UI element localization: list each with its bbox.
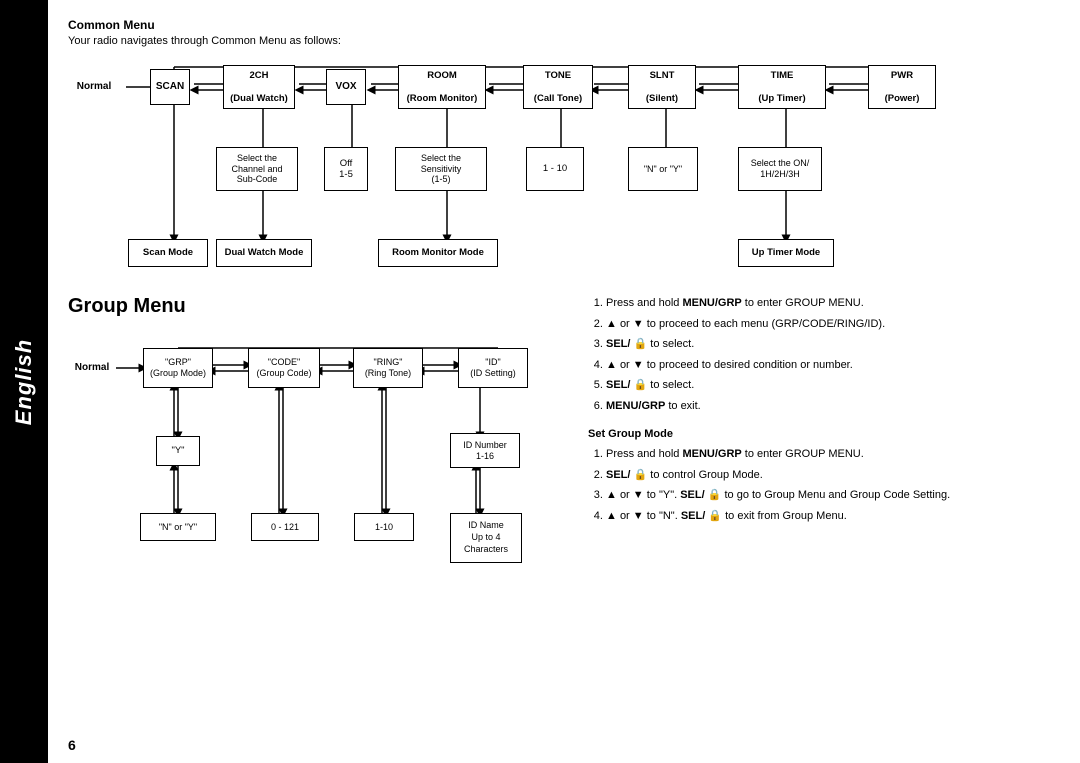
box-dual-watch-mode: Dual Watch Mode	[216, 239, 312, 267]
group-box-id: "ID"(ID Setting)	[458, 348, 528, 388]
group-menu-title: Group Menu	[68, 295, 568, 318]
group-box-code: "CODE"(Group Code)	[248, 348, 320, 388]
group-box-0to121: 0 - 121	[251, 513, 319, 541]
main-steps-list: Press and hold MENU/GRP to enter GROUP M…	[588, 295, 1060, 416]
set-group-steps-list: Press and hold MENU/GRP to enter GROUP M…	[588, 446, 1060, 525]
set-group-mode-title: Set Group Mode	[588, 426, 1060, 444]
common-flow-diagram: Normal SCAN 2CH(Dual Watch) VOX ROOM(Roo…	[68, 57, 1060, 277]
box-off15: Off1-5	[324, 147, 368, 191]
group-box-grp: "GRP"(Group Mode)	[143, 348, 213, 388]
instructions-panel: Press and hold MENU/GRP to enter GROUP M…	[588, 295, 1060, 731]
set-step-4: ▲ or ▼ to "N". SEL/ 🔒 to exit from Group…	[606, 508, 1060, 526]
common-menu-desc: Your radio navigates through Common Menu…	[68, 35, 1060, 47]
box-scan-mode: Scan Mode	[128, 239, 208, 267]
step-4: ▲ or ▼ to proceed to desired condition o…	[606, 357, 1060, 375]
box-normal: Normal	[68, 75, 120, 99]
box-tone: TONE(Call Tone)	[523, 65, 593, 109]
box-vox: VOX	[326, 69, 366, 105]
box-select-on: Select the ON/1H/2H/3H	[738, 147, 822, 191]
box-select-sens: Select theSensitivity(1-5)	[395, 147, 487, 191]
bottom-section: Group Menu	[68, 295, 1060, 731]
box-n-or-y: "N" or "Y"	[628, 147, 698, 191]
group-box-idnum: ID Number1-16	[450, 433, 520, 468]
box-scan: SCAN	[150, 69, 190, 105]
step-5: SEL/ 🔒 to select.	[606, 377, 1060, 395]
box-up-timer-mode: Up Timer Mode	[738, 239, 834, 267]
page-number: 6	[68, 731, 1060, 753]
common-menu-title: Common Menu	[68, 18, 1060, 32]
box-room: ROOM(Room Monitor)	[398, 65, 486, 109]
box-pwr: PWR(Power)	[868, 65, 936, 109]
group-flow-diagram: Normal "GRP"(Group Mode) "CODE"(Group Co…	[68, 328, 568, 608]
common-menu-section: Common Menu Your radio navigates through…	[68, 18, 1060, 295]
step-6: MENU/GRP to exit.	[606, 398, 1060, 416]
group-box-1to10: 1-10	[354, 513, 414, 541]
sidebar: English	[0, 0, 48, 763]
box-select-ch: Select theChannel andSub-Code	[216, 147, 298, 191]
group-box-ring: "RING"(Ring Tone)	[353, 348, 423, 388]
sidebar-label: English	[11, 338, 37, 424]
set-step-2: SEL/ 🔒 to control Group Mode.	[606, 467, 1060, 485]
box-slnt: SLNT(Silent)	[628, 65, 696, 109]
group-box-y: "Y"	[156, 436, 200, 466]
set-step-1: Press and hold MENU/GRP to enter GROUP M…	[606, 446, 1060, 464]
box-2ch: 2CH(Dual Watch)	[223, 65, 295, 109]
step-3: SEL/ 🔒 to select.	[606, 336, 1060, 354]
group-box-normal: Normal	[68, 354, 116, 382]
box-1to10: 1 - 10	[526, 147, 584, 191]
step-1: Press and hold MENU/GRP to enter GROUP M…	[606, 295, 1060, 313]
box-room-monitor-mode: Room Monitor Mode	[378, 239, 498, 267]
step-2: ▲ or ▼ to proceed to each menu (GRP/CODE…	[606, 316, 1060, 334]
box-time: TIME(Up Timer)	[738, 65, 826, 109]
group-box-nory: "N" or "Y"	[140, 513, 216, 541]
group-box-idname: ID NameUp to 4Characters	[450, 513, 522, 563]
main-content: Common Menu Your radio navigates through…	[48, 0, 1080, 763]
set-step-3: ▲ or ▼ to "Y". SEL/ 🔒 to go to Group Men…	[606, 487, 1060, 505]
